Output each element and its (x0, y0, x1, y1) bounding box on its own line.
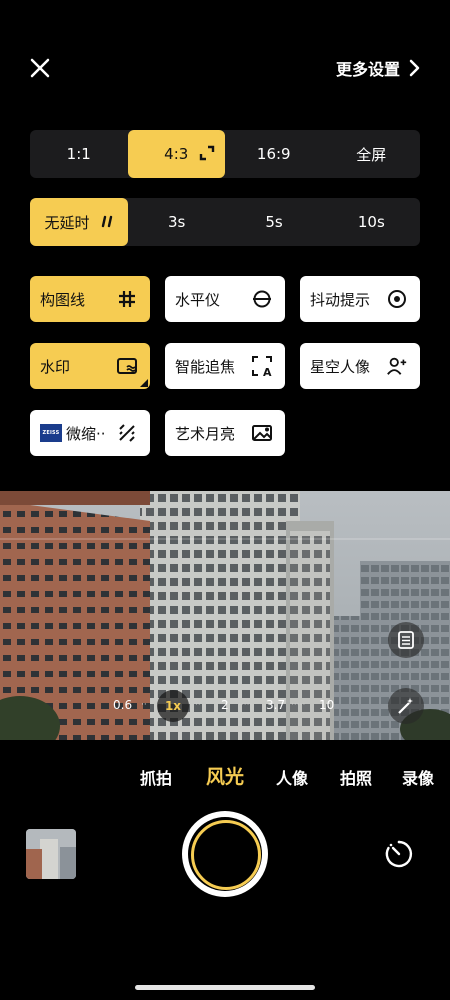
mode-landscape[interactable]: 风光 (206, 762, 244, 789)
more-settings-label: 更多设置 (335, 60, 400, 79)
zoom-dots: ·· (195, 700, 201, 710)
zoom-level-10[interactable]: 10 (319, 698, 334, 712)
zoom-dots: ····· (238, 700, 253, 710)
aspect-ratio-selector: 1:1 4:3 16:9 全屏 (30, 130, 420, 178)
delay-option-3s[interactable]: 3s (128, 198, 225, 246)
zoom-level-1x[interactable]: 1x (157, 690, 189, 722)
svg-text:A: A (263, 366, 272, 377)
delay-option-5s[interactable]: 5s (225, 198, 322, 246)
toggle-shake-hint[interactable]: 抖动提示 (300, 276, 420, 322)
shutter-ring (191, 820, 261, 890)
star-portrait-icon (386, 355, 408, 377)
toggle-label: 星空人像 (310, 357, 371, 376)
toggle-label: 智能追焦 (175, 357, 236, 376)
mode-video[interactable]: 录像 (402, 765, 434, 789)
mode-selector: 抓拍 风光 人像 拍照 录像 (0, 762, 450, 790)
toggle-label: 构图线 (40, 290, 86, 309)
shake-icon (386, 288, 408, 310)
delay-selector: 无延时 3s 5s 10s (30, 198, 420, 246)
thumbnail-image (26, 829, 76, 879)
more-settings-link[interactable]: 更多设置 (336, 56, 420, 80)
level-icon (251, 288, 273, 310)
document-icon (398, 631, 414, 649)
toggle-label: 艺术月亮 (175, 424, 236, 443)
zoom-level-2[interactable]: 2 (221, 698, 229, 712)
mode-snap[interactable]: 抓拍 (140, 765, 172, 789)
toggle-label: 微缩·· (66, 424, 106, 443)
delay-option-10s[interactable]: 10s (323, 198, 420, 246)
watermark-icon (116, 355, 138, 377)
toggle-miniature[interactable]: ZEISS 微缩·· (30, 410, 150, 456)
moon-art-icon (251, 422, 273, 444)
delay-option-none[interactable]: 无延时 (30, 198, 128, 246)
mode-portrait[interactable]: 人像 (276, 765, 308, 789)
grid-icon (116, 288, 138, 310)
toggle-label: 水平仪 (175, 290, 221, 309)
aspect-option-16-9[interactable]: 16:9 (225, 130, 323, 178)
frame-corners-icon (199, 145, 215, 161)
zoom-selector: 0.6 ·· 1x ·· 2 ····· 3.7 ····· 10 (0, 690, 450, 722)
notes-button[interactable] (388, 622, 424, 658)
corner-indicator-icon (140, 379, 148, 387)
tilt-shift-icon (116, 422, 138, 444)
gallery-thumbnail[interactable] (26, 829, 76, 879)
toggle-label: 抖动提示 (310, 290, 371, 309)
home-indicator[interactable] (135, 985, 315, 990)
close-icon (30, 58, 50, 78)
close-button[interactable] (28, 56, 52, 80)
zoom-level-0-6[interactable]: 0.6 (113, 698, 132, 712)
focus-track-icon: A (251, 355, 273, 377)
mode-photo[interactable]: 拍照 (340, 765, 372, 789)
delay-quote-icon (101, 215, 112, 228)
toggle-star-portrait[interactable]: 星空人像 (300, 343, 420, 389)
timer-icon (385, 840, 413, 868)
zeiss-logo: ZEISS (40, 424, 62, 442)
toggle-level[interactable]: 水平仪 (165, 276, 285, 322)
toggle-label: 水印 (40, 357, 71, 376)
aspect-option-4-3[interactable]: 4:3 (127, 130, 225, 178)
zoom-level-3-7[interactable]: 3.7 (266, 698, 285, 712)
aspect-option-full[interactable]: 全屏 (323, 130, 421, 178)
timer-button[interactable] (383, 838, 415, 870)
chevron-right-icon (409, 59, 420, 77)
zoom-dots: ·· (141, 700, 147, 710)
toggle-watermark[interactable]: 水印 (30, 343, 150, 389)
zoom-dots: ····· (291, 700, 306, 710)
toggle-art-moon[interactable]: 艺术月亮 (165, 410, 285, 456)
aspect-option-1-1[interactable]: 1:1 (30, 130, 128, 178)
toggle-smart-focus-track[interactable]: 智能追焦 A (165, 343, 285, 389)
toggle-composition-grid[interactable]: 构图线 (30, 276, 150, 322)
